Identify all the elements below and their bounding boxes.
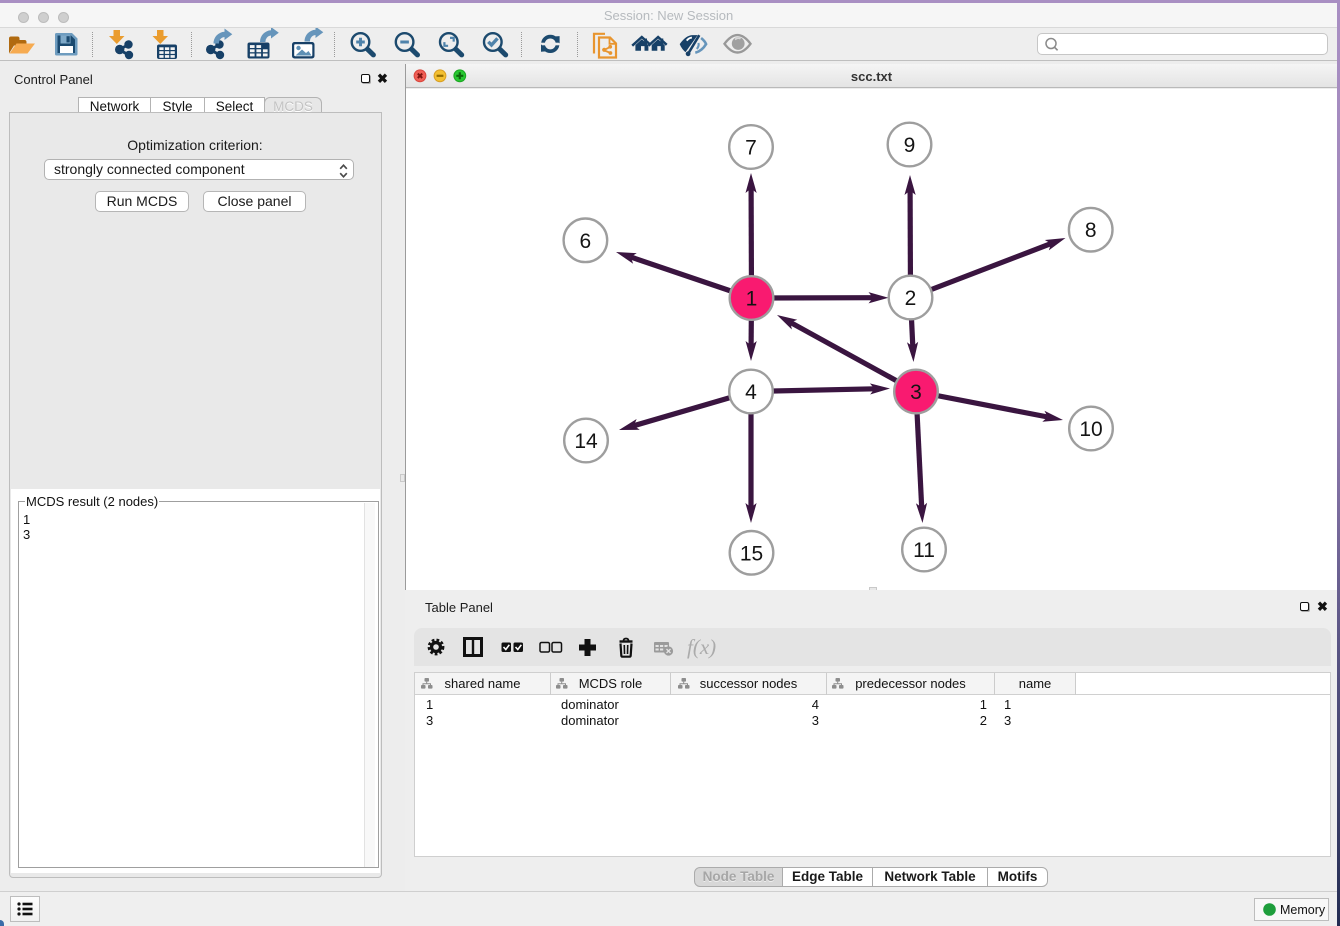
svg-text:11: 11 [913,539,935,562]
svg-text:4: 4 [745,381,757,404]
svg-text:14: 14 [574,430,598,453]
svg-text:6: 6 [580,230,592,253]
svg-text:10: 10 [1079,418,1102,441]
svg-text:2: 2 [905,287,917,310]
svg-text:8: 8 [1085,219,1097,242]
svg-text:9: 9 [904,134,916,157]
svg-text:1: 1 [746,288,758,311]
svg-text:3: 3 [910,381,922,404]
svg-text:f(x): f(x) [687,635,716,659]
svg-text:15: 15 [740,542,763,565]
svg-text:7: 7 [745,137,757,160]
svg-text:Memory: Memory [1280,903,1326,917]
